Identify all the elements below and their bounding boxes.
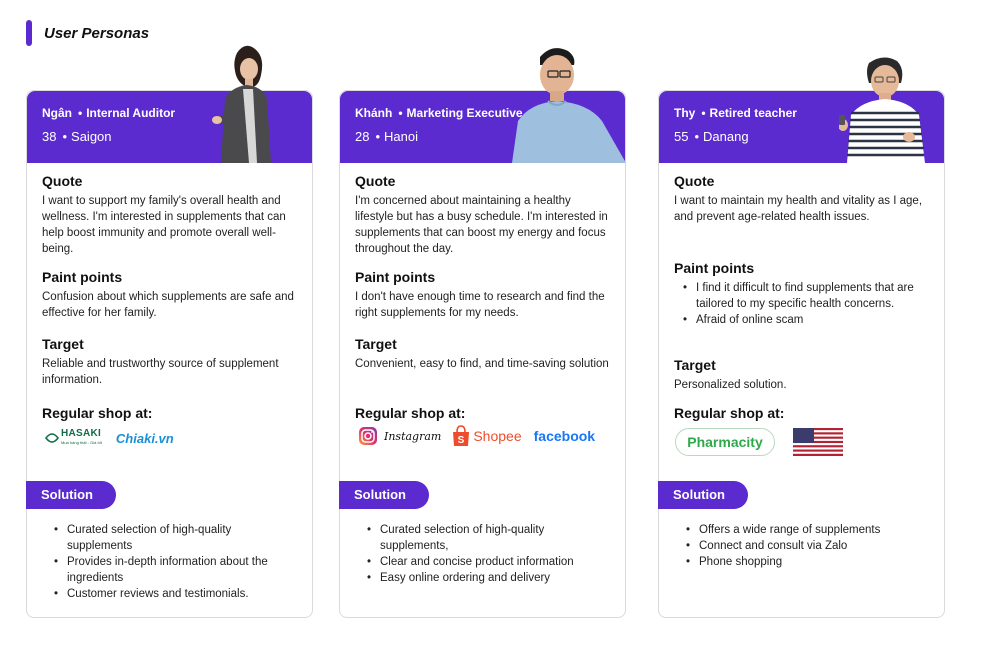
persona-name: Ngân — [42, 106, 72, 120]
quote-section: Quote I'm concerned about maintaining a … — [355, 173, 611, 257]
pain-title: Paint points — [674, 260, 755, 276]
solution-item: Connect and consult via Zalo — [681, 538, 930, 554]
persona-age-city: 28 • Hanoi — [355, 129, 418, 144]
pain-section: Paint points Confusion about which suppl… — [42, 269, 298, 321]
quote-text: I want to support my family's overall he… — [42, 195, 286, 255]
solution-item: Provides in-depth information about the … — [49, 554, 298, 586]
persona-name: Khánh — [355, 106, 393, 120]
persona-avatar — [212, 45, 271, 163]
pharmacity-name: Pharmacity — [687, 434, 763, 450]
solution-item: Phone shopping — [681, 554, 930, 570]
solution-item: Curated selection of high-quality supple… — [362, 522, 611, 554]
page-title: User Personas — [44, 24, 150, 42]
pharmacity-logo[interactable]: Pharmacity — [675, 428, 775, 456]
solution-list: Curated selection of high-quality supple… — [49, 522, 298, 602]
facebook-logo[interactable]: facebook — [534, 428, 595, 444]
persona-card-ngan: Ngân • Internal Auditor 38 • Saigon Quote I … — [26, 45, 313, 618]
pain-title: Paint points — [42, 269, 123, 285]
persona-role: Internal Auditor — [86, 106, 176, 120]
persona-age: 28 — [355, 129, 370, 144]
persona-city: Saigon — [71, 129, 112, 144]
quote-title: Quote — [674, 173, 715, 189]
persona-age: 38 — [42, 129, 57, 144]
target-title: Target — [674, 357, 716, 373]
solution-label: Solution — [339, 481, 429, 509]
persona-age: 55 — [674, 129, 689, 144]
pain-item: Afraid of online scam — [678, 312, 930, 328]
target-text: Personalized solution. — [674, 379, 787, 391]
page-header: User Personas — [26, 20, 149, 46]
shop-logos: HASAKI Mua hàng thật - Giá tốt Chiaki.vn — [45, 429, 174, 447]
persona-name-role: Khánh • Marketing Executive — [355, 106, 523, 120]
persona-role: Retired teacher — [709, 106, 797, 120]
pain-text: Confusion about which supplements are sa… — [42, 291, 294, 319]
persona-city: Danang — [703, 129, 749, 144]
pain-list: I find it difficult to find supplements … — [678, 280, 930, 328]
hasaki-tagline: Mua hàng thật - Giá tốt — [61, 440, 102, 445]
solution-item: Curated selection of high-quality supple… — [49, 522, 298, 554]
target-title: Target — [42, 336, 84, 352]
shop-section: Regular shop at: — [674, 405, 930, 425]
solution-list: Curated selection of high-quality supple… — [362, 522, 611, 586]
shopee-name: Shopee — [473, 428, 522, 444]
instagram-name: Instagram — [384, 429, 442, 443]
shop-title: Regular shop at: — [674, 405, 785, 421]
pain-section: Paint points I don't have enough time to… — [355, 269, 611, 321]
persona-role: Marketing Executive — [406, 106, 523, 120]
hasaki-name: HASAKI — [61, 428, 102, 439]
svg-text:S: S — [458, 435, 465, 446]
quote-title: Quote — [42, 173, 83, 189]
persona-age-city: 38 • Saigon — [42, 129, 112, 144]
shop-title: Regular shop at: — [42, 405, 153, 421]
target-section: Target Convenient, easy to find, and tim… — [355, 336, 611, 372]
persona-age-city: 55 • Danang — [674, 129, 749, 144]
quote-text: I'm concerned about maintaining a health… — [355, 195, 608, 255]
solution-item: Offers a wide range of supplements — [681, 522, 930, 538]
pain-title: Paint points — [355, 269, 436, 285]
pain-section: Paint points I find it difficult to find… — [674, 260, 930, 328]
target-text: Convenient, easy to find, and time-savin… — [355, 358, 609, 370]
pain-item: I find it difficult to find supplements … — [678, 280, 930, 312]
title-accent-bar — [26, 20, 32, 46]
persona-avatar — [839, 57, 925, 163]
quote-section: Quote I want to support my family's over… — [42, 173, 298, 257]
chiaki-logo[interactable]: Chiaki.vn — [116, 431, 174, 446]
instagram-icon — [359, 427, 377, 445]
persona-city: Hanoi — [384, 129, 418, 144]
solution-item: Customer reviews and testimonials. — [49, 586, 298, 602]
target-title: Target — [355, 336, 397, 352]
quote-title: Quote — [355, 173, 396, 189]
persona-avatar — [512, 48, 626, 163]
hasaki-logo[interactable]: HASAKI Mua hàng thật - Giá tốt — [45, 429, 102, 447]
solution-item: Clear and concise product information — [362, 554, 611, 570]
shop-section: Regular shop at: — [355, 405, 611, 425]
solution-item: Easy online ordering and delivery — [362, 570, 611, 586]
persona-card-thy: Thy • Retired teacher 55 • Danang Quote I wa… — [658, 57, 945, 618]
shop-title: Regular shop at: — [355, 405, 466, 421]
target-section: Target Personalized solution. — [674, 357, 930, 393]
shop-logos: Pharmacity — [675, 428, 843, 456]
pain-text: I don't have enough time to research and… — [355, 291, 605, 319]
target-text: Reliable and trustworthy source of suppl… — [42, 358, 279, 386]
persona-name: Thy — [674, 106, 696, 120]
quote-text: I want to maintain my health and vitalit… — [674, 195, 923, 223]
shopee-bag-icon: S — [453, 425, 470, 446]
instagram-logo[interactable]: Instagram — [358, 426, 441, 446]
quote-section: Quote I want to maintain my health and v… — [674, 173, 930, 225]
shop-section: Regular shop at: — [42, 405, 298, 425]
shopee-logo[interactable]: S Shopee — [451, 425, 522, 447]
shop-logos: Instagram S Shopee facebook — [358, 425, 595, 447]
persona-card-khanh: Khánh • Marketing Executive 28 • Hanoi Quote… — [339, 48, 626, 618]
solution-label: Solution — [26, 481, 116, 509]
persona-name-role: Thy • Retired teacher — [674, 106, 797, 120]
us-flag-icon[interactable] — [793, 428, 843, 456]
hasaki-leaf-icon — [45, 433, 59, 443]
persona-name-role: Ngân • Internal Auditor — [42, 106, 176, 120]
solution-label: Solution — [658, 481, 748, 509]
target-section: Target Reliable and trustworthy source o… — [42, 336, 298, 388]
solution-list: Offers a wide range of supplements Conne… — [681, 522, 930, 570]
